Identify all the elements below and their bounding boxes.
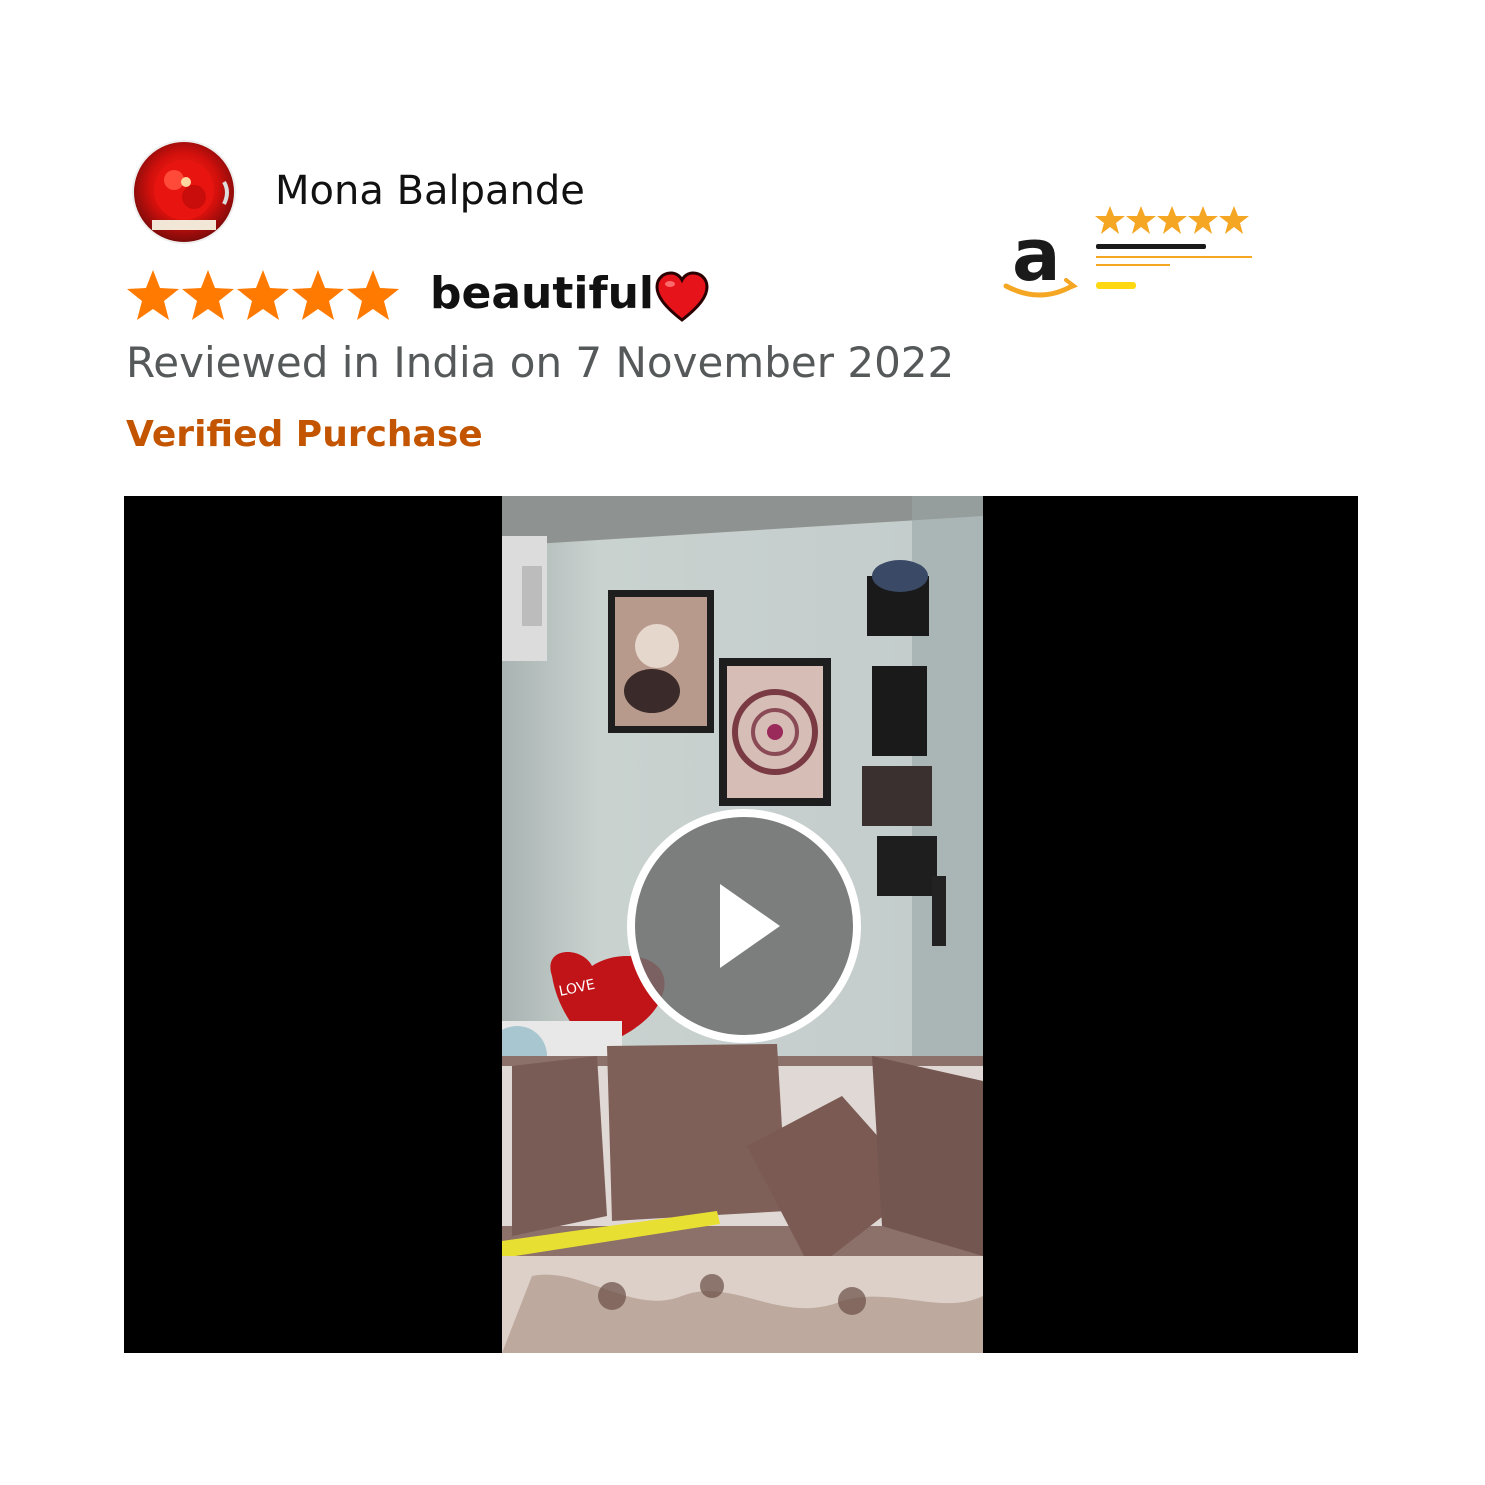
brand-line bbox=[1096, 264, 1170, 266]
rating-stars bbox=[127, 270, 399, 320]
heart-icon bbox=[655, 271, 709, 322]
brand-star-icon bbox=[1095, 206, 1125, 234]
brand-star-icon bbox=[1157, 206, 1187, 234]
star-icon bbox=[182, 270, 234, 320]
star-icon bbox=[347, 270, 399, 320]
brand-line bbox=[1096, 244, 1206, 249]
amazon-a-icon: a bbox=[1012, 213, 1061, 297]
amazon-review-logo: a bbox=[1003, 206, 1252, 298]
brand-star-icon bbox=[1126, 206, 1156, 234]
play-button[interactable] bbox=[624, 806, 864, 1046]
avatar-image bbox=[152, 160, 229, 230]
review-card: Mona Balpande beautiful Reviewed in Indi… bbox=[0, 0, 1485, 1485]
review-video-player[interactable]: LOVE bbox=[124, 496, 1358, 1353]
brand-star-icon bbox=[1219, 206, 1249, 234]
brand-star-icon bbox=[1188, 206, 1218, 234]
reviewer-name[interactable]: Mona Balpande bbox=[275, 168, 585, 214]
review-date: Reviewed in India on 7 November 2022 bbox=[126, 338, 955, 387]
star-icon bbox=[292, 270, 344, 320]
brand-bar bbox=[1096, 282, 1136, 289]
brand-line bbox=[1096, 256, 1252, 258]
star-icon bbox=[237, 270, 289, 320]
review-title[interactable]: beautiful bbox=[430, 268, 654, 319]
verified-purchase-badge: Verified Purchase bbox=[126, 414, 483, 455]
avatar[interactable] bbox=[132, 140, 236, 244]
star-icon bbox=[127, 270, 179, 320]
